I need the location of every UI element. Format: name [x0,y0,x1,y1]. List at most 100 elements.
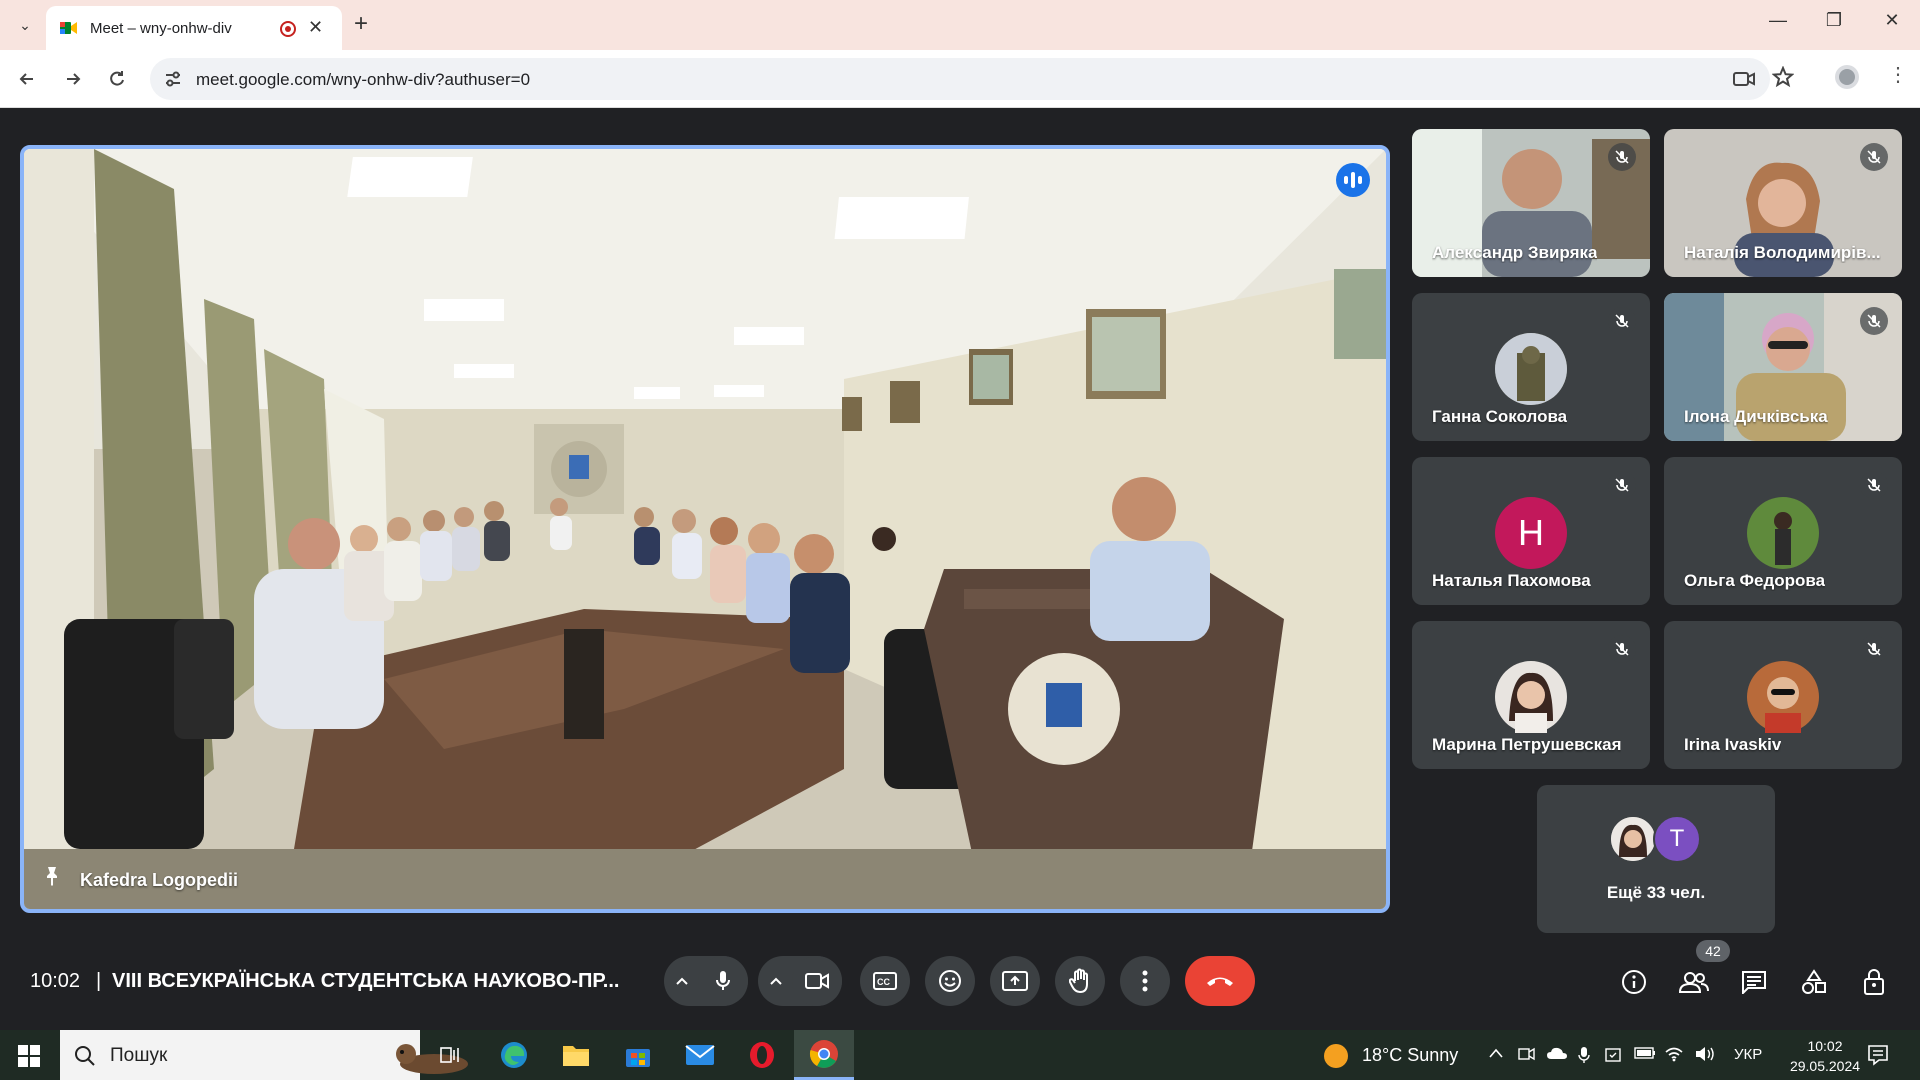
search-icon [75,1046,95,1066]
defender-icon[interactable] [1604,1046,1622,1068]
chat-icon [1742,971,1766,994]
people-button[interactable] [1674,962,1714,1002]
browser-tabbar: ⌄ Meet – wny-onhw-div ✕ + — ❐ ✕ [0,0,1920,50]
host-controls-button[interactable] [1854,962,1894,1002]
participant-tile[interactable]: Ганна Соколова [1412,293,1650,441]
new-tab-button[interactable]: + [354,10,368,38]
participant-name: Александр Звиряка [1432,243,1598,262]
input-language[interactable]: УКР [1734,1046,1762,1063]
captions-button[interactable]: CC [860,956,910,1006]
meeting-clock: 10:02 [30,970,81,992]
mic-off-icon [1608,635,1636,663]
audio-options-button[interactable] [664,956,700,1006]
wifi-icon[interactable] [1664,1046,1684,1066]
participant-avatar [1609,815,1657,863]
tray-chevron-up-icon[interactable] [1488,1046,1504,1063]
more-vert-icon [1142,970,1148,992]
lock-person-icon [1864,969,1884,995]
raise-hand-button[interactable] [1055,956,1105,1006]
windows-start-icon[interactable] [18,1045,40,1067]
browser-toolbar: meet.google.com/wny-onhw-div?authuser=0 … [0,50,1920,108]
participant-name: Наталія Володимирів... [1684,243,1881,262]
close-window-button[interactable]: ✕ [1872,10,1912,31]
activities-button[interactable] [1794,962,1834,1002]
participant-tile[interactable]: Ольга Федорова [1664,457,1902,605]
svg-text:CC: CC [877,977,890,987]
participant-avatar [1747,497,1819,569]
notification-center-icon[interactable] [1866,1043,1890,1072]
bookmark-star-icon[interactable] [1771,65,1795,93]
participant-name: Irina Ivaskiv [1684,735,1782,754]
volume-icon[interactable] [1694,1046,1716,1066]
site-info-icon[interactable] [164,70,182,88]
present-screen-button[interactable] [990,956,1040,1006]
browser-tab-meet[interactable]: Meet – wny-onhw-div ✕ [46,6,342,50]
main-video-tile[interactable]: Kafedra Logopedii [20,145,1390,913]
hang-up-icon [1207,977,1233,986]
battery-icon[interactable] [1634,1046,1656,1063]
participant-tile[interactable]: Н Наталья Пахомова [1412,457,1650,605]
participant-name: Наталья Пахомова [1432,571,1591,590]
back-button[interactable] [12,64,42,94]
microsoft-store-icon[interactable] [618,1036,658,1074]
file-explorer-icon[interactable] [556,1036,596,1074]
restore-button[interactable]: ❐ [1814,10,1854,31]
forward-button[interactable] [58,64,88,94]
camera-button[interactable] [792,956,842,1006]
present-screen-icon [1002,971,1028,991]
meet-tray-icon[interactable] [1518,1046,1536,1066]
participant-tile[interactable]: Irina Ivaskiv [1664,621,1902,769]
chat-button[interactable] [1734,962,1774,1002]
tab-close-icon[interactable]: ✕ [308,17,323,38]
chrome-taskbar-item[interactable] [794,1030,854,1080]
participant-name: Ольга Федорова [1684,571,1826,590]
meet-control-bar: 10:02 | VIII ВСЕУКРАЇНСЬКА СТУДЕНТСЬКА Н… [0,940,1920,1022]
taskbar-search[interactable]: Пошук [60,1030,468,1080]
url-text: meet.google.com/wny-onhw-div?authuser=0 [196,70,531,89]
participant-tile[interactable]: Ілона Дичківська [1664,293,1902,441]
microphone-button[interactable] [698,956,748,1006]
profile-avatar[interactable] [1834,64,1860,95]
speaking-indicator-icon [1336,163,1370,197]
minimize-button[interactable]: — [1758,10,1798,31]
reactions-button[interactable] [925,956,975,1006]
participant-avatar: Н [1495,497,1567,569]
weather-sun-icon[interactable] [1324,1044,1348,1068]
weather-text[interactable]: 18°C Sunny [1362,1045,1458,1066]
mic-off-icon [1608,471,1636,499]
opera-browser-icon[interactable] [742,1036,782,1074]
pin-icon[interactable] [42,865,62,893]
system-time: 10:02 [1807,1038,1843,1054]
mic-tray-icon[interactable] [1578,1046,1590,1068]
camera-in-use-icon[interactable] [1732,68,1756,90]
participant-avatar [1495,661,1567,733]
browser-menu-icon[interactable]: ⋮ [1888,62,1908,87]
shapes-icon [1802,969,1826,994]
system-date: 29.05.2024 [1789,1058,1861,1074]
captions-icon: CC [873,972,897,990]
tab-search-button[interactable]: ⌄ [12,12,38,38]
video-options-button[interactable] [758,956,794,1006]
more-options-button[interactable] [1120,956,1170,1006]
title-separator: | [96,970,102,992]
participant-tile[interactable]: Марина Петрушевская [1412,621,1650,769]
meeting-details-button[interactable] [1614,962,1654,1002]
chrome-icon [809,1040,838,1068]
participant-tile[interactable]: Александр Звиряка [1412,129,1650,277]
address-bar[interactable]: meet.google.com/wny-onhw-div?authuser=0 [150,58,1770,100]
reload-button[interactable] [102,64,132,94]
system-clock[interactable]: 10:02 29.05.2024 [1784,1036,1866,1076]
microphone-icon [716,971,730,990]
more-participants-tile[interactable]: Т Ещё 33 чел. [1537,785,1775,933]
edge-browser-icon[interactable] [494,1036,534,1074]
mail-icon[interactable] [680,1036,720,1074]
leave-call-button[interactable] [1185,956,1255,1006]
onedrive-icon[interactable] [1546,1046,1568,1064]
mic-off-icon [1608,143,1636,171]
hand-icon [1069,968,1088,994]
meet-favicon-icon [60,22,77,34]
participant-tile[interactable]: Наталія Володимирів... [1664,129,1902,277]
tab-title: Meet – wny-onhw-div [90,20,232,37]
participant-count-badge: 42 [1696,940,1730,962]
task-view-icon[interactable] [430,1036,470,1074]
